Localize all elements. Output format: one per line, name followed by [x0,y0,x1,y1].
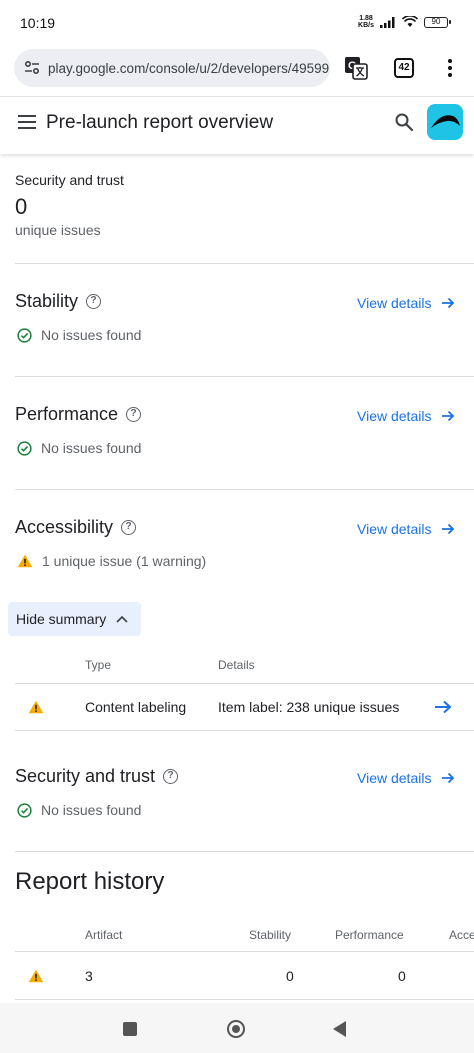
home-button[interactable] [227,1020,245,1038]
arrow-right-icon [442,297,455,309]
network-speed-value: 1.88 [359,15,373,22]
battery-icon: 90 [424,16,451,28]
app-logo-icon [431,115,460,128]
performance-title-text: Performance [15,404,119,424]
accessibility-section-title: Accessibility ? [15,517,137,538]
table-divider [15,730,474,731]
chevron-up-icon [116,615,128,623]
report-history-title: Report history [15,868,165,895]
warning-icon [28,700,44,714]
security-section-title: Security and trust ? [15,766,179,787]
performance-cell: 0 [398,968,406,984]
recent-apps-button[interactable] [123,1022,137,1036]
performance-view-details-link[interactable]: View details [357,408,455,424]
table-divider [15,683,474,684]
accessibility-view-details-link[interactable]: View details [357,521,455,537]
network-speed: 1.88 KB/s [358,15,374,29]
back-button[interactable] [333,1021,346,1037]
column-header-type: Type [85,658,112,672]
arrow-right-icon [442,410,455,422]
view-details-label: View details [357,295,432,311]
tab-switcher-button[interactable]: 42 [394,58,414,78]
security-summary-label: Security and trust [15,172,124,188]
system-navigation-bar [0,1003,474,1053]
performance-status: No issues found [17,440,141,456]
view-details-label: View details [357,408,432,424]
check-circle-icon [17,327,32,343]
stability-section-title: Stability ? [15,291,102,312]
security-view-details-link[interactable]: View details [357,770,455,786]
address-bar[interactable]: play.google.com/console/u/2/developers/4… [14,49,330,87]
check-circle-icon [17,440,32,456]
arrow-right-icon [442,523,455,535]
security-status: No issues found [17,802,141,818]
security-issue-count: 0 [15,194,28,219]
divider [15,489,474,490]
view-details-label: View details [357,521,432,537]
divider [15,376,474,377]
table-divider [15,951,474,952]
column-header-artifact: Artifact [85,928,123,942]
url-text: play.google.com/console/u/2/developers/4… [48,60,330,76]
column-header-accessibility: Acce [449,928,474,942]
wifi-icon [402,16,418,27]
view-details-label: View details [357,770,432,786]
stability-view-details-link[interactable]: View details [357,295,455,311]
check-circle-icon [17,802,32,818]
issue-details-cell: Item label: 238 unique issues [218,699,400,715]
stability-title-text: Stability [15,291,79,311]
performance-status-text: No issues found [41,440,142,456]
accessibility-title-text: Accessibility [15,517,114,537]
table-divider [15,999,474,1000]
site-settings-icon[interactable] [22,58,42,78]
app-avatar[interactable] [427,104,463,140]
help-icon[interactable]: ? [126,407,142,422]
warning-icon [17,554,33,568]
hide-summary-button[interactable]: Hide summary [8,602,141,636]
performance-section-title: Performance ? [15,404,142,425]
stability-status-text: No issues found [41,327,142,343]
issue-type-cell: Content labeling [85,699,187,715]
arrow-right-icon [442,772,455,784]
menu-icon[interactable] [18,115,36,129]
signal-icon [380,16,395,28]
divider [15,263,474,264]
accessibility-status-text: 1 unique issue (1 warning) [42,553,207,569]
hide-summary-label: Hide summary [16,611,107,627]
security-status-text: No issues found [41,802,142,818]
divider [15,851,474,852]
search-icon[interactable] [394,112,414,132]
security-issue-sublabel: unique issues [15,222,101,238]
security-title-text: Security and trust [15,766,156,786]
app-header: Pre-launch report overview [0,96,474,154]
help-icon[interactable]: ? [86,294,102,309]
stability-cell: 0 [286,968,294,984]
warning-icon [28,969,44,983]
status-bar: 10:19 1.88 KB/s 90 [0,0,474,46]
arrow-right-icon[interactable] [434,700,452,714]
help-icon[interactable]: ? [163,769,179,784]
translate-icon[interactable]: G [344,56,368,80]
network-speed-unit: KB/s [358,22,374,29]
page-title: Pre-launch report overview [46,112,274,133]
stability-status: No issues found [17,327,141,343]
browser-toolbar: play.google.com/console/u/2/developers/4… [0,46,474,96]
accessibility-status: 1 unique issue (1 warning) [17,553,206,569]
column-header-details: Details [218,658,255,672]
artifact-cell[interactable]: 3 [85,968,93,984]
status-time: 10:19 [20,15,56,31]
browser-menu-icon[interactable] [443,56,457,80]
column-header-stability: Stability [249,928,292,942]
column-header-performance: Performance [335,928,404,942]
help-icon[interactable]: ? [121,520,137,535]
status-icons: 1.88 KB/s 90 [358,15,451,29]
